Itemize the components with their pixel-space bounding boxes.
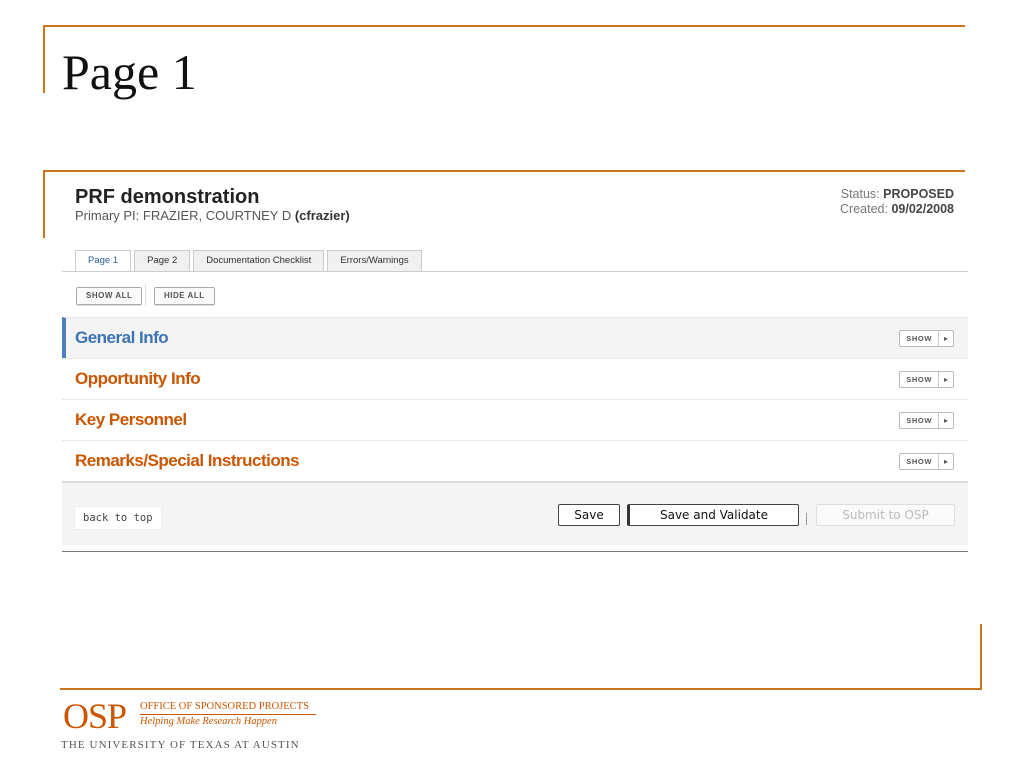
section-show-toggle[interactable]: SHOW ▸	[899, 412, 954, 429]
show-all-button[interactable]: SHOW ALL	[76, 287, 143, 305]
created-label: Created:	[840, 202, 888, 216]
save-button[interactable]: Save	[558, 504, 620, 526]
tab-documentation-checklist[interactable]: Documentation Checklist	[193, 250, 325, 271]
section-show-toggle[interactable]: SHOW ▸	[899, 453, 954, 470]
section-key-personnel: Key Personnel SHOW ▸	[62, 399, 968, 440]
status-block: Status: PROPOSED Created: 09/02/2008	[840, 187, 954, 217]
primary-pi-label: Primary PI: FRAZIER, COURTNEY D	[75, 208, 292, 223]
slide-title: Page 1	[62, 44, 197, 100]
primary-pi-line: Primary PI: FRAZIER, COURTNEY D (cfrazie…	[75, 208, 350, 223]
slide-top-rule-vertical	[43, 25, 45, 93]
created-line: Created: 09/02/2008	[840, 202, 954, 217]
slide-bottom-rule	[60, 688, 982, 690]
tab-page-1[interactable]: Page 1	[75, 250, 132, 272]
tab-page-2[interactable]: Page 2	[134, 250, 191, 271]
section-opportunity-info: Opportunity Info SHOW ▸	[62, 358, 968, 399]
logo-divider	[140, 714, 316, 715]
control-separator	[145, 284, 146, 306]
chevron-right-icon: ▸	[938, 372, 953, 387]
hide-all-button[interactable]: HIDE ALL	[154, 287, 215, 305]
app-title: PRF demonstration	[75, 186, 260, 208]
section-title: Remarks/Special Instructions	[75, 451, 300, 470]
screenshot-top-rule-vertical	[43, 170, 45, 238]
chevron-right-icon: ▸	[938, 331, 953, 346]
section-list: General Info SHOW ▸ Opportunity Info SHO…	[62, 317, 968, 481]
logo-office-name: OFFICE OF SPONSORED PROJECTS	[140, 701, 309, 712]
slide-top-rule	[43, 25, 965, 27]
toggle-label: SHOW	[906, 334, 932, 343]
status-label: Status:	[840, 187, 880, 201]
logo-university: THE UNIVERSITY OF TEXAS AT AUSTIN	[61, 739, 300, 751]
status-badge: PROPOSED	[883, 187, 954, 201]
toggle-label: SHOW	[906, 375, 932, 384]
section-general-info: General Info SHOW ▸	[62, 317, 968, 358]
action-bar: back to top Save Save and Validate Submi…	[62, 481, 968, 545]
section-title: Opportunity Info	[75, 369, 201, 388]
created-date: 09/02/2008	[891, 202, 954, 216]
toggle-label: SHOW	[906, 416, 932, 425]
back-to-top-link[interactable]: back to top	[74, 506, 162, 530]
chevron-right-icon: ▸	[938, 454, 953, 469]
action-bar-rule	[62, 551, 968, 552]
status-line: Status: PROPOSED	[840, 187, 954, 202]
tab-errors-warnings[interactable]: Errors/Warnings	[327, 250, 422, 271]
tab-bar: Page 1 Page 2 Documentation Checklist Er…	[75, 250, 425, 272]
slide-bottom-rule-vertical	[980, 624, 982, 690]
submit-to-osp-button[interactable]: Submit to OSP	[816, 504, 955, 526]
section-show-toggle[interactable]: SHOW ▸	[899, 330, 954, 347]
section-show-toggle[interactable]: SHOW ▸	[899, 371, 954, 388]
toggle-label: SHOW	[906, 457, 932, 466]
save-and-validate-button[interactable]: Save and Validate	[627, 504, 799, 526]
section-remarks: Remarks/Special Instructions SHOW ▸	[62, 440, 968, 481]
tab-bar-rule	[62, 271, 968, 272]
section-title: Key Personnel	[75, 410, 187, 429]
logo-acronym: OSP	[63, 696, 127, 736]
chevron-right-icon: ▸	[938, 413, 953, 428]
primary-pi-id: (cfrazier)	[294, 208, 350, 223]
section-title: General Info	[75, 328, 169, 347]
screenshot-top-rule	[43, 170, 965, 172]
action-separator	[806, 513, 807, 525]
logo-tagline: Helping Make Research Happen	[140, 716, 277, 727]
